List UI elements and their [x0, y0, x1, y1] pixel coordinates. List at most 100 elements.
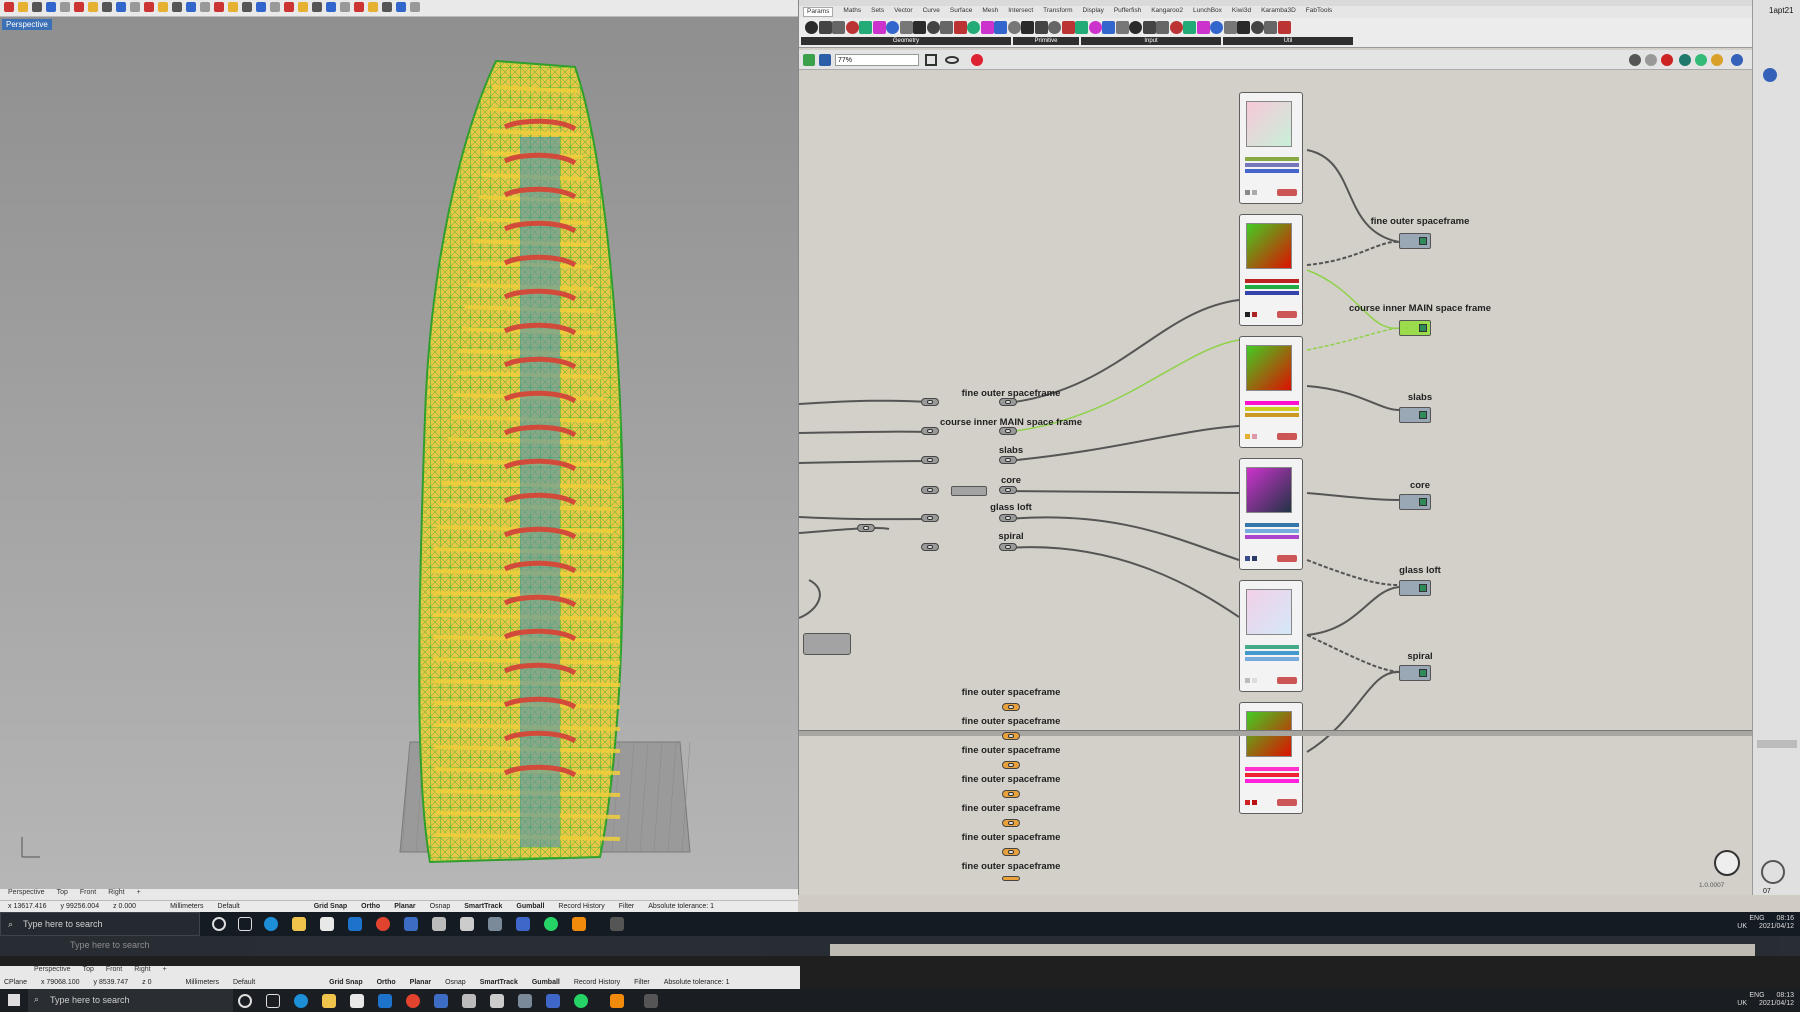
cortana-icon[interactable]	[238, 994, 252, 1008]
component-icon[interactable]	[886, 21, 899, 34]
tab-kiwi3d[interactable]: Kiwi3d	[1232, 7, 1251, 17]
toolbar-icon[interactable]	[130, 2, 140, 12]
folder-icon[interactable]	[322, 994, 336, 1008]
component-icon[interactable]	[1034, 21, 1048, 34]
ortho-toggle[interactable]: Ortho	[377, 977, 396, 989]
gumball-toggle[interactable]: Gumball	[516, 901, 544, 912]
tab-display[interactable]: Display	[1083, 7, 1104, 17]
component-icon[interactable]	[818, 21, 832, 34]
component-icon[interactable]	[1129, 21, 1142, 34]
toolbar-icon[interactable]	[312, 2, 322, 12]
relay-node[interactable]	[1002, 732, 1020, 740]
toolbar-icon[interactable]	[116, 2, 126, 12]
preview-material-icon[interactable]	[1711, 54, 1723, 66]
preview-colour-icon[interactable]	[1695, 54, 1707, 66]
rhino-icon[interactable]	[462, 994, 476, 1008]
colour-picker-1[interactable]	[1239, 92, 1303, 204]
edge-icon[interactable]	[264, 917, 278, 931]
vlc-icon[interactable]	[610, 994, 624, 1008]
app-icon[interactable]	[546, 994, 560, 1008]
filter-toggle[interactable]: Filter	[619, 901, 635, 912]
component-icon[interactable]	[899, 21, 913, 34]
tab-surface[interactable]: Surface	[950, 7, 972, 17]
relay-node[interactable]	[1002, 790, 1020, 798]
toolbar-icon[interactable]	[46, 2, 56, 12]
relay-node[interactable]	[921, 486, 939, 494]
colour-picker-5[interactable]	[1239, 580, 1303, 692]
custom-preview-1[interactable]	[1399, 233, 1431, 249]
tray-lang[interactable]: ENG	[1749, 915, 1764, 922]
tab-top[interactable]: Top	[83, 966, 94, 977]
tray-date[interactable]: 2021/04/12	[1759, 923, 1794, 930]
toolbar-icon[interactable]	[158, 2, 168, 12]
tab-perspective[interactable]: Perspective	[8, 889, 45, 900]
custom-preview-2[interactable]	[1399, 320, 1431, 336]
relay-node[interactable]	[921, 427, 939, 435]
relay-node[interactable]	[999, 427, 1017, 435]
tab-pufferfish[interactable]: Pufferfish	[1114, 7, 1141, 17]
component-icon[interactable]	[1156, 21, 1169, 34]
component-icon[interactable]	[845, 21, 859, 34]
filter-toggle[interactable]: Filter	[634, 977, 650, 989]
app-icon[interactable]	[518, 994, 532, 1008]
grid-snap-toggle[interactable]: Grid Snap	[314, 901, 347, 912]
custom-preview-5[interactable]	[1399, 580, 1431, 596]
toolbar-icon[interactable]	[382, 2, 392, 12]
tray-time[interactable]: 08:16	[1776, 915, 1794, 922]
app-icon[interactable]	[404, 917, 418, 931]
store-icon[interactable]	[350, 994, 364, 1008]
planar-toggle[interactable]: Planar	[394, 901, 415, 912]
shaded-display-icon[interactable]	[1661, 54, 1673, 66]
add-tab-icon[interactable]: +	[137, 889, 141, 900]
relay-node[interactable]	[1002, 761, 1020, 769]
component-icon[interactable]	[805, 21, 818, 34]
navigation-widget-icon[interactable]	[1761, 860, 1785, 884]
component-icon[interactable]	[1210, 21, 1223, 34]
planar-toggle[interactable]: Planar	[410, 977, 431, 989]
toolbar-icon[interactable]	[186, 2, 196, 12]
rhino-icon[interactable]	[432, 917, 446, 931]
tab-karamba3d[interactable]: Karamba3D	[1261, 7, 1296, 17]
ortho-toggle[interactable]: Ortho	[361, 901, 380, 912]
relay-node[interactable]	[1002, 703, 1020, 711]
toolbar-icon[interactable]	[102, 2, 112, 12]
sphere-icon[interactable]	[1763, 68, 1777, 82]
tab-transform[interactable]: Transform	[1043, 7, 1072, 17]
toolbar-icon[interactable]	[88, 2, 98, 12]
smarttrack-toggle[interactable]: SmartTrack	[480, 977, 518, 989]
relay-node[interactable]	[1002, 848, 1020, 856]
tray-date[interactable]: 2021/04/12	[1759, 1000, 1794, 1007]
tab-top[interactable]: Top	[57, 889, 68, 900]
component-icon[interactable]	[967, 21, 980, 34]
relay-node[interactable]	[921, 543, 939, 551]
component-icon[interactable]	[926, 21, 940, 34]
tab-vector[interactable]: Vector	[894, 7, 912, 17]
app-icon[interactable]	[488, 917, 502, 931]
relay-node[interactable]	[999, 486, 1017, 494]
grid-snap-toggle[interactable]: Grid Snap	[329, 977, 362, 989]
tray-region[interactable]: UK	[1737, 1000, 1747, 1007]
tray-time[interactable]: 08:13	[1776, 992, 1794, 999]
rhino-icon[interactable]	[490, 994, 504, 1008]
component-icon[interactable]	[913, 21, 926, 34]
store-icon[interactable]	[320, 917, 334, 931]
cortana-icon[interactable]	[212, 917, 226, 931]
toolbar-icon[interactable]	[410, 2, 420, 12]
grasshopper-icon[interactable]	[610, 917, 624, 931]
mail-icon[interactable]	[348, 917, 362, 931]
rhino-viewport-perspective[interactable]: Perspective	[0, 17, 798, 889]
osnap-toggle[interactable]: Osnap	[445, 977, 466, 989]
tray-lang[interactable]: ENG	[1749, 992, 1764, 999]
save-file-icon[interactable]	[819, 54, 831, 66]
mail-icon[interactable]	[378, 994, 392, 1008]
component-icon[interactable]	[1075, 21, 1088, 34]
toolbar-icon[interactable]	[4, 2, 14, 12]
toolbar-icon[interactable]	[144, 2, 154, 12]
layer[interactable]: Default	[218, 901, 240, 912]
navigation-widget-icon[interactable]	[1714, 850, 1740, 876]
app-icon[interactable]	[434, 994, 448, 1008]
gumball-toggle[interactable]: Gumball	[532, 977, 560, 989]
component-icon[interactable]	[1061, 21, 1075, 34]
toolbar-icon[interactable]	[214, 2, 224, 12]
layer[interactable]: Default	[233, 977, 255, 989]
